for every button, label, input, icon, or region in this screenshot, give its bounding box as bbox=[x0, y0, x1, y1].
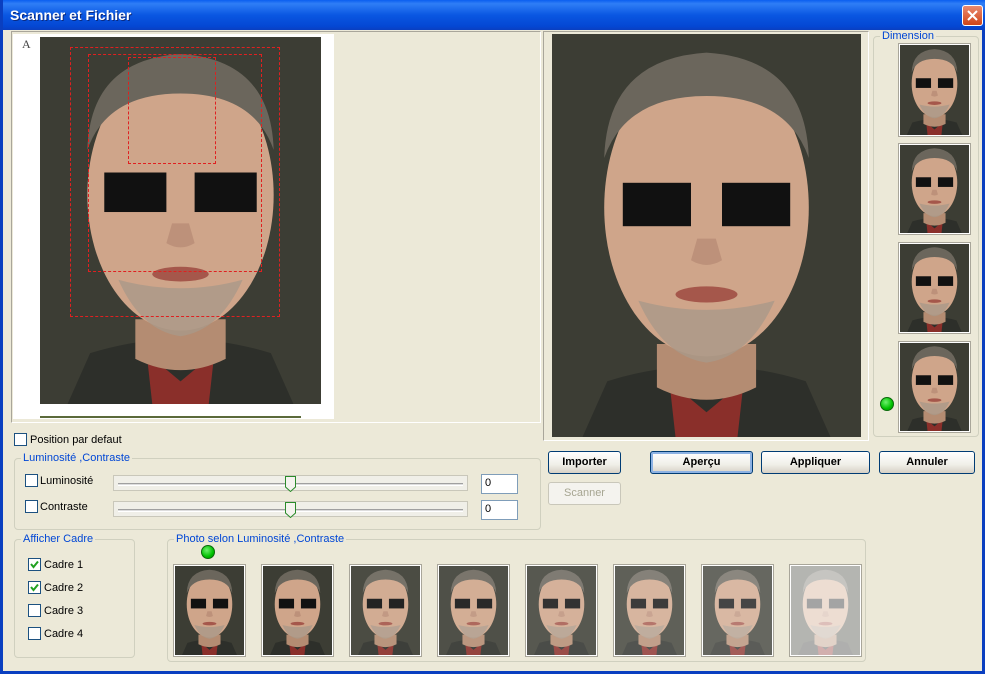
contraste-value-field[interactable]: 0 bbox=[481, 500, 518, 520]
window-title: Scanner et Fichier bbox=[10, 7, 132, 23]
position-default-checkbox[interactable] bbox=[14, 433, 27, 446]
scanner-button[interactable]: Scanner bbox=[548, 482, 621, 505]
contraste-slider[interactable] bbox=[113, 501, 468, 518]
luminosite-value-field[interactable]: 0 bbox=[481, 474, 518, 494]
dimension-thumb-3[interactable] bbox=[899, 243, 970, 333]
luminosite-group-title: Luminosité ,Contraste bbox=[21, 452, 132, 464]
large-face-preview bbox=[552, 34, 861, 437]
cadre-3-checkbox[interactable] bbox=[28, 604, 41, 617]
checkmark-icon bbox=[30, 583, 39, 592]
cadre-4-label: Cadre 4 bbox=[44, 628, 84, 640]
luminosite-slider-thumb[interactable] bbox=[285, 476, 296, 492]
photo-variant-3[interactable] bbox=[350, 565, 421, 656]
annuler-button[interactable]: Annuler bbox=[879, 451, 975, 474]
close-icon bbox=[967, 10, 978, 21]
source-mark: A bbox=[22, 37, 31, 51]
luminosite-slider[interactable] bbox=[113, 475, 468, 492]
photo-variant-2[interactable] bbox=[262, 565, 333, 656]
photo-luminosite-title: Photo selon Luminosité ,Contraste bbox=[174, 533, 347, 545]
photo-variant-6[interactable] bbox=[614, 565, 685, 656]
checkmark-icon bbox=[30, 560, 39, 569]
dimension-thumb-4[interactable] bbox=[899, 342, 970, 432]
scan-edge-line bbox=[40, 416, 301, 418]
selected-variant-indicator bbox=[201, 545, 215, 559]
title-bar[interactable]: Scanner et Fichier bbox=[3, 0, 985, 30]
photo-variant-1[interactable] bbox=[174, 565, 245, 656]
afficher-cadre-title: Afficher Cadre bbox=[21, 533, 96, 545]
dimension-group-title: Dimension bbox=[880, 30, 936, 42]
position-default-label: Position par defaut bbox=[30, 434, 122, 446]
contraste-slider-thumb[interactable] bbox=[285, 502, 296, 518]
cadre-1-checkbox[interactable] bbox=[28, 558, 41, 571]
cadre-2-label: Cadre 2 bbox=[44, 582, 84, 594]
photo-variant-4[interactable] bbox=[438, 565, 509, 656]
luminosite-checkbox[interactable] bbox=[25, 474, 38, 487]
large-preview-panel bbox=[543, 31, 869, 441]
cadre-3-label: Cadre 3 bbox=[44, 605, 84, 617]
dialog-window: Scanner et Fichier A Dimension Position … bbox=[0, 0, 985, 674]
photo-variant-8[interactable] bbox=[790, 565, 861, 656]
afficher-cadre-group: Afficher Cadre bbox=[14, 533, 135, 658]
cadre-4-checkbox[interactable] bbox=[28, 627, 41, 640]
importer-button[interactable]: Importer bbox=[548, 451, 621, 474]
close-button[interactable] bbox=[962, 5, 983, 26]
cadre-1-label: Cadre 1 bbox=[44, 559, 84, 571]
contraste-checkbox[interactable] bbox=[25, 500, 38, 513]
photo-variant-5[interactable] bbox=[526, 565, 597, 656]
scan-preview-panel: A bbox=[11, 31, 541, 423]
luminosite-contraste-group: Luminosité ,Contraste bbox=[14, 452, 541, 530]
apercu-button[interactable]: Aperçu bbox=[650, 451, 753, 474]
appliquer-button[interactable]: Appliquer bbox=[761, 451, 870, 474]
cadre-2-checkbox[interactable] bbox=[28, 581, 41, 594]
selected-dimension-indicator bbox=[880, 397, 894, 411]
photo-variant-7[interactable] bbox=[702, 565, 773, 656]
contraste-label: Contraste bbox=[40, 501, 88, 513]
luminosite-label: Luminosité bbox=[40, 475, 94, 487]
dimension-thumb-2[interactable] bbox=[899, 144, 970, 234]
crop-frame-3[interactable] bbox=[128, 57, 216, 164]
dimension-thumb-1[interactable] bbox=[899, 44, 970, 136]
